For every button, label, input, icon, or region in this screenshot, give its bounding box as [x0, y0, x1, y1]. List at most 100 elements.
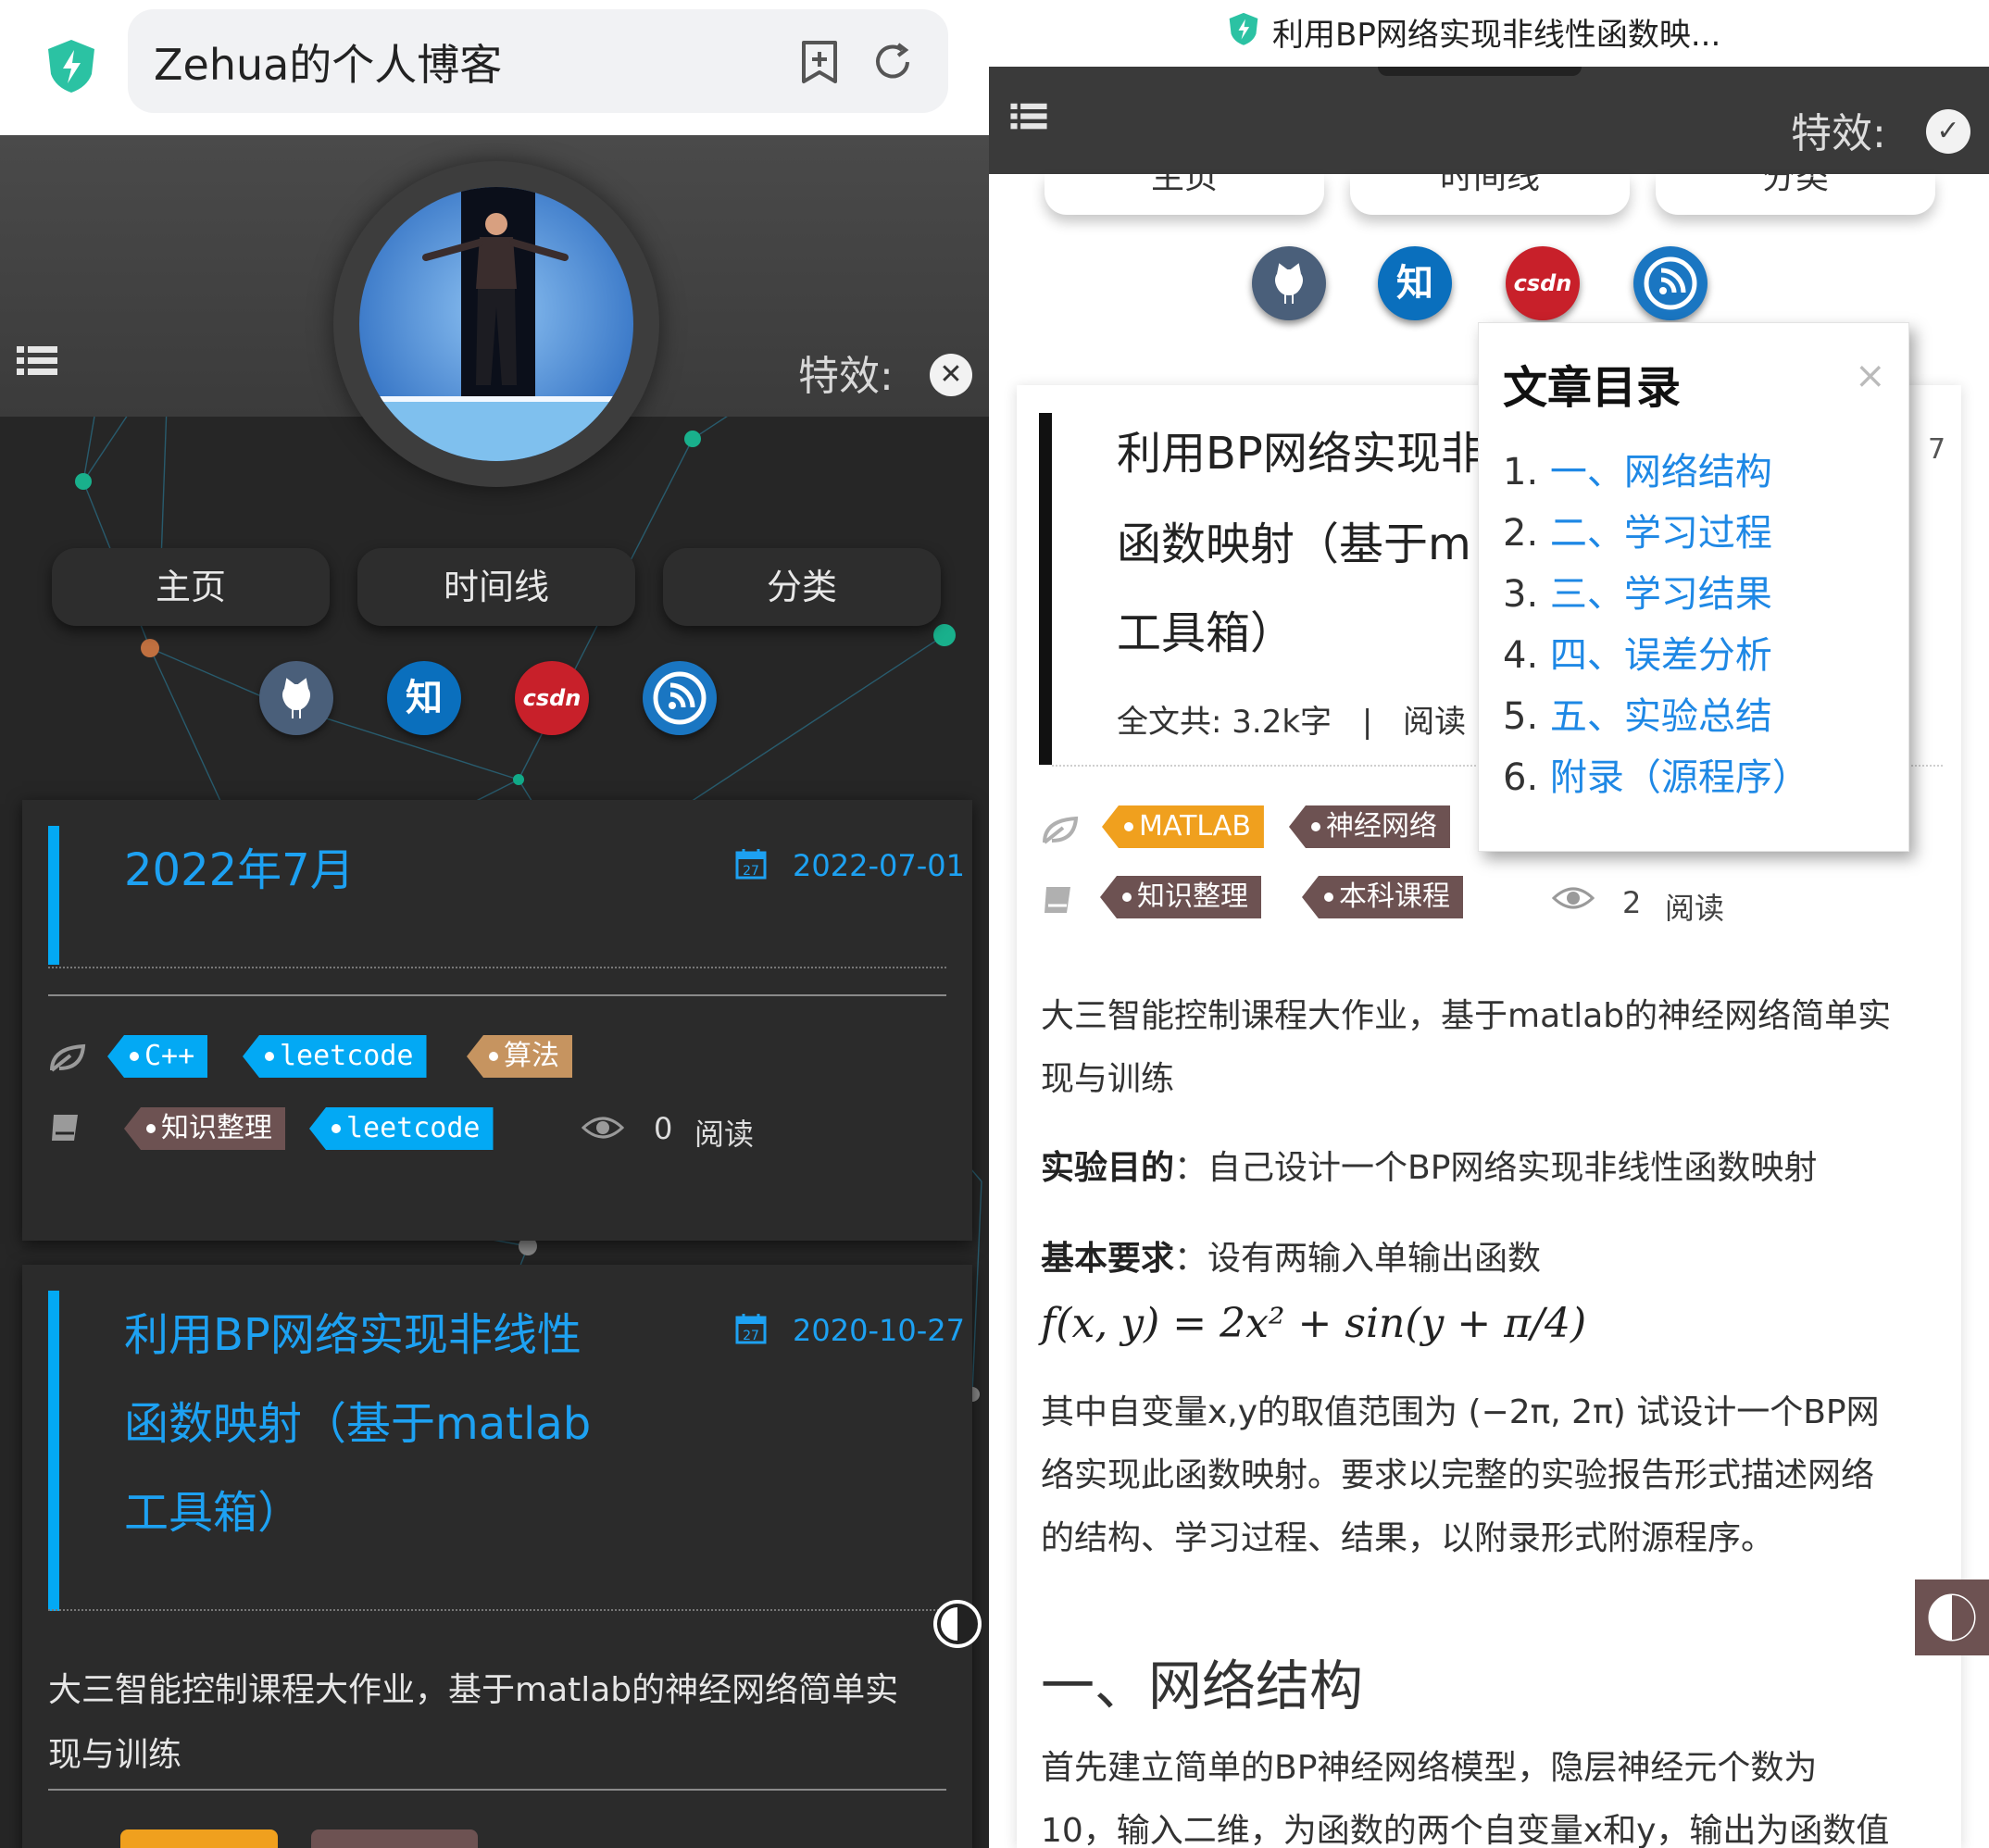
section-line-1: 首先建立简单的BP神经网络模型，隐层神经元个数为: [1041, 1749, 1818, 1787]
tag-partial[interactable]: [311, 1829, 478, 1848]
toc-item-link[interactable]: 一、网络结构: [1550, 451, 1772, 493]
requirement-label: 基本要求: [1041, 1240, 1175, 1278]
toc-item-number: 5.: [1503, 695, 1539, 738]
toc-item[interactable]: 5. 五、实验总结: [1503, 686, 1772, 740]
tag-partial[interactable]: [120, 1829, 278, 1848]
avatar[interactable]: [359, 187, 633, 461]
tag-leaf-icon: [50, 1043, 86, 1072]
shield-icon: [48, 40, 94, 93]
toc-item[interactable]: 1. 一、网络结构: [1503, 442, 1772, 495]
nav-categories[interactable]: 分类: [663, 548, 941, 626]
card-accent-bar: [48, 1291, 59, 1611]
toc-item-number: 2.: [1503, 512, 1539, 555]
shield-icon: [1229, 12, 1258, 45]
nav-home-label: 主页: [1150, 174, 1218, 196]
purpose-label: 实验目的: [1041, 1149, 1175, 1187]
range-line-1: 其中自变量x,y的取值范围为 (−2π, 2π) 试设计一个BP网: [1041, 1393, 1880, 1431]
rss-icon[interactable]: [643, 661, 717, 735]
nav-timeline[interactable]: 时间线: [1350, 174, 1630, 215]
toc-item[interactable]: 2. 二、学习过程: [1503, 503, 1772, 556]
toc-item-link[interactable]: 五、实验总结: [1550, 695, 1772, 738]
right-article-screen: 利用BP网络实现非线性函数映... 特效: ✓ 主页 时间线 分类 知 csdn…: [989, 0, 1989, 1848]
effects-toggle[interactable]: ✓: [1926, 109, 1970, 154]
theme-toggle-button[interactable]: [933, 1600, 982, 1648]
nav-home[interactable]: 主页: [1045, 174, 1324, 215]
post-title-line-1[interactable]: 利用BP网络实现非线性: [124, 1291, 582, 1380]
tag-matlab[interactable]: MATLAB: [1102, 805, 1264, 848]
article-title-line-2: 函数映射（基于m: [1117, 518, 1471, 570]
divider: [48, 967, 946, 968]
nav-home[interactable]: 主页: [52, 548, 330, 626]
theme-toggle-button[interactable]: [1915, 1580, 1989, 1655]
divider: [48, 1789, 946, 1791]
menu-icon[interactable]: [1009, 102, 1048, 131]
post-date: 2020-10-27: [793, 1313, 965, 1348]
table-of-contents-panel: 文章目录 × 1. 一、网络结构 2. 二、学习过程 3. 三、学习结果 4. …: [1478, 322, 1909, 852]
nav-categories-label: 分类: [1761, 174, 1829, 196]
menu-icon[interactable]: [17, 344, 57, 378]
effects-toggle[interactable]: ✕: [930, 354, 972, 396]
calendar-day: 27: [743, 864, 759, 879]
post-title-line-3[interactable]: 工具箱）: [124, 1468, 302, 1557]
section-line-2: 10，输入二维，为函数的两个自变量x和y，输出为函数值: [1041, 1812, 1890, 1848]
requirement-paragraph: 基本要求：设有两输入单输出函数: [1041, 1228, 1948, 1291]
article-summary-line-1: 大三智能控制课程大作业，基于matlab的神经网络简单实: [1041, 997, 1892, 1035]
toc-item-link[interactable]: 二、学习过程: [1550, 512, 1772, 555]
browser-title-bar: 利用BP网络实现非线性函数映...: [989, 0, 1989, 67]
tag-cpp[interactable]: C++: [107, 1035, 208, 1078]
category-book-icon: [52, 1115, 78, 1141]
toc-item-link[interactable]: 附录（源程序）: [1550, 756, 1809, 799]
range-line-2: 络实现此函数映射。要求以完整的实验报告形式描述网络: [1041, 1456, 1875, 1494]
tag-algorithm[interactable]: 算法: [467, 1035, 572, 1078]
nav-categories[interactable]: 分类: [1656, 174, 1935, 215]
post-date: 2022-07-01: [793, 848, 965, 883]
tag-leetcode[interactable]: leetcode: [243, 1035, 427, 1078]
article-title-line-3: 工具箱）: [1117, 607, 1295, 659]
url-field[interactable]: Zehua的个人博客: [128, 9, 948, 113]
category-knowledge[interactable]: 知识整理: [1100, 876, 1261, 918]
github-icon[interactable]: [259, 661, 333, 735]
post-title[interactable]: 2022年7月: [124, 826, 355, 915]
formula: f(x, y) = 2x² + sin(y + π/4): [1041, 1300, 1587, 1347]
category-leetcode[interactable]: leetcode: [309, 1107, 494, 1150]
site-title: Zehua的个人博客: [154, 40, 503, 90]
toc-item[interactable]: 3. 三、学习结果: [1503, 564, 1772, 618]
zhihu-icon[interactable]: 知: [1378, 246, 1452, 320]
toc-item-link[interactable]: 四、误差分析: [1550, 634, 1772, 677]
csdn-icon[interactable]: csdn: [1506, 246, 1580, 320]
csdn-icon[interactable]: csdn: [515, 661, 589, 735]
toc-title: 文章目录: [1503, 362, 1682, 414]
category-undergrad-course[interactable]: 本科课程: [1302, 876, 1463, 918]
calendar-day: 27: [743, 1329, 759, 1343]
rss-glyph: [653, 671, 707, 725]
post-title-line-2[interactable]: 函数映射（基于matlab: [124, 1380, 591, 1468]
rss-glyph: [1644, 256, 1697, 310]
toc-item[interactable]: 6. 附录（源程序）: [1503, 747, 1809, 801]
nav-timeline[interactable]: 时间线: [357, 548, 635, 626]
tag-neural-network[interactable]: 神经网络: [1289, 805, 1450, 848]
divider: [48, 994, 946, 996]
github-glyph: [1275, 263, 1303, 304]
toc-item-number: 3.: [1503, 573, 1539, 616]
toc-item[interactable]: 4. 四、误差分析: [1503, 625, 1772, 679]
toc-item-number: 1.: [1503, 451, 1539, 493]
effects-label: 特效:: [1791, 110, 1886, 157]
category-knowledge[interactable]: 知识整理: [124, 1107, 285, 1150]
zhihu-icon[interactable]: 知: [387, 661, 461, 735]
purpose-paragraph: 实验目的：自己设计一个BP网络实现非线性函数映射: [1041, 1137, 1948, 1200]
purpose-text: ：自己设计一个BP网络实现非线性函数映射: [1174, 1149, 1818, 1187]
github-icon[interactable]: [1252, 246, 1326, 320]
toc-item-link[interactable]: 三、学习结果: [1550, 573, 1772, 616]
left-blog-home-screen: Zehua的个人博客 特效: ✕ 主页 时间线 分类 知 csdn 2022年7…: [0, 0, 989, 1848]
calendar-icon: 27: [735, 849, 767, 880]
tag-leaf-icon: [1043, 816, 1079, 844]
category-book-icon: [1045, 887, 1070, 913]
rss-icon[interactable]: [1633, 246, 1708, 320]
toc-close-icon[interactable]: ×: [1855, 355, 1886, 397]
word-count: 全文共: 3.2k字: [1117, 704, 1332, 741]
reload-icon[interactable]: [870, 37, 917, 87]
article-title-line-1: 利用BP网络实现非: [1117, 428, 1485, 480]
nav-timeline-label: 时间线: [1439, 174, 1540, 196]
card-accent-bar: [48, 826, 59, 965]
add-bookmark-icon[interactable]: [796, 37, 843, 87]
